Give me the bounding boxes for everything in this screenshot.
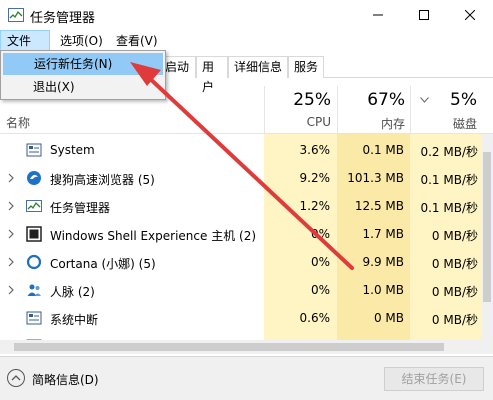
chevron-right-icon[interactable] xyxy=(7,228,15,240)
tab-services[interactable]: 服务 xyxy=(288,56,324,78)
footer-bar: 简略信息(D) 结束任务(E) xyxy=(0,356,493,400)
cortana-icon xyxy=(26,254,42,270)
process-name: Windows Shell Experience 主机 (2) xyxy=(50,229,257,243)
title-bar: 任务管理器 xyxy=(0,0,493,30)
memory-value: 0.1 MB xyxy=(362,143,404,157)
column-divider[interactable] xyxy=(337,86,338,134)
memory-value: 1.7 MB xyxy=(362,227,404,241)
run-new-task-menu-item[interactable]: 运行新任务(N) xyxy=(3,53,163,75)
table-row[interactable]: 系统中断 0.6% 0 MB 0 MB/秒 xyxy=(0,304,481,332)
memory-percent[interactable]: 67% xyxy=(339,90,405,110)
tab-details[interactable]: 详细信息 xyxy=(228,56,288,78)
close-button[interactable] xyxy=(447,0,493,30)
table-row[interactable] xyxy=(0,332,481,340)
disk-value: 0 MB/秒 xyxy=(431,229,478,243)
column-header-disk[interactable]: 磁盘 xyxy=(412,115,477,132)
disk-value: 0 MB/秒 xyxy=(431,313,478,327)
table-row[interactable]: 人脉 (2) 0% 1.0 MB 0 MB/秒 xyxy=(0,276,481,304)
process-name: Cortana (小娜) (5) xyxy=(50,257,156,271)
column-header-cpu[interactable]: CPU xyxy=(266,115,331,129)
task-manager-icon xyxy=(8,8,24,22)
maximize-icon xyxy=(419,10,429,20)
minimize-icon xyxy=(373,10,383,20)
disk-percent[interactable]: 5% xyxy=(412,90,477,110)
menu-bar: 文件(F) 选项(O) 查看(V) xyxy=(0,30,493,68)
cpu-value: 0% xyxy=(310,227,330,241)
file-menu-dropdown: 运行新任务(N) 退出(X) xyxy=(0,50,166,100)
maximize-button[interactable] xyxy=(401,0,447,30)
memory-value: 0 MB xyxy=(373,311,404,325)
chevron-up-icon[interactable] xyxy=(6,368,26,388)
cpu-value: 0.6% xyxy=(299,311,331,325)
window-title: 任务管理器 xyxy=(30,11,96,26)
cpu-percent[interactable]: 25% xyxy=(266,90,331,110)
menu-view[interactable]: 查看(V) xyxy=(110,30,164,52)
process-name: 系统中断 xyxy=(50,313,99,327)
scrollbar-thumb[interactable] xyxy=(483,152,491,302)
horizontal-scrollbar[interactable] xyxy=(0,340,493,354)
chevron-right-icon[interactable] xyxy=(7,172,15,184)
memory-value: 101.3 MB xyxy=(347,171,404,185)
process-list: System 3.6% 0.1 MB 0.2 MB/秒 搜狗高速浏览器 (5) … xyxy=(0,134,481,340)
memory-value: 1.0 MB xyxy=(362,283,404,297)
column-header-name[interactable]: 名称 xyxy=(6,114,30,131)
menu-file[interactable]: 文件(F) xyxy=(0,30,50,68)
tab-users[interactable]: 用户 xyxy=(196,56,228,94)
column-divider[interactable] xyxy=(264,86,265,134)
memory-value: 12.5 MB xyxy=(354,199,404,213)
cpu-value: 0% xyxy=(310,283,330,297)
table-row[interactable]: Windows Shell Experience 主机 (2) 0% 1.7 M… xyxy=(0,220,481,248)
window-icon xyxy=(26,226,42,242)
interrupt-icon xyxy=(26,310,42,326)
system-icon xyxy=(26,142,42,158)
process-name: System xyxy=(50,143,95,157)
browser-icon xyxy=(26,170,42,186)
chevron-right-icon[interactable] xyxy=(7,256,15,268)
minimize-button[interactable] xyxy=(355,0,401,30)
cpu-value: 9.2% xyxy=(299,171,331,185)
disk-value: 0.1 MB/秒 xyxy=(420,173,478,187)
end-task-button[interactable]: 结束任务(E) xyxy=(384,367,484,391)
close-icon xyxy=(465,10,475,20)
table-row[interactable]: 任务管理器 1.2% 12.5 MB 0.1 MB/秒 xyxy=(0,192,481,220)
cpu-value: 0% xyxy=(310,255,330,269)
menu-options[interactable]: 选项(O) xyxy=(54,30,109,52)
disk-value: 0.2 MB/秒 xyxy=(420,145,478,159)
column-header-memory[interactable]: 内存 xyxy=(339,115,405,132)
chevron-right-icon[interactable] xyxy=(7,200,15,212)
fewer-details-link[interactable]: 简略信息(D) xyxy=(32,371,99,388)
vertical-scrollbar[interactable] xyxy=(481,134,493,340)
column-divider[interactable] xyxy=(410,86,411,134)
chevron-right-icon[interactable] xyxy=(7,284,15,296)
process-name: 任务管理器 xyxy=(50,201,111,215)
process-name: 人脉 (2) xyxy=(50,285,95,299)
disk-value: 0.1 MB/秒 xyxy=(420,201,478,215)
exit-menu-item[interactable]: 退出(X) xyxy=(3,76,163,98)
disk-value: 0 MB/秒 xyxy=(431,285,478,299)
table-row[interactable]: System 3.6% 0.1 MB 0.2 MB/秒 xyxy=(0,136,481,164)
cpu-value: 3.6% xyxy=(299,143,331,157)
memory-value: 9.9 MB xyxy=(362,255,404,269)
people-icon xyxy=(26,282,42,298)
cpu-value: 1.2% xyxy=(299,199,331,213)
task-manager-icon xyxy=(26,198,42,214)
process-name: 搜狗高速浏览器 (5) xyxy=(50,173,155,187)
disk-value: 0 MB/秒 xyxy=(431,257,478,271)
scrollbar-thumb[interactable] xyxy=(14,343,444,351)
table-row[interactable]: Cortana (小娜) (5) 0% 9.9 MB 0 MB/秒 xyxy=(0,248,481,276)
table-row[interactable]: 搜狗高速浏览器 (5) 9.2% 101.3 MB 0.1 MB/秒 xyxy=(0,164,481,192)
